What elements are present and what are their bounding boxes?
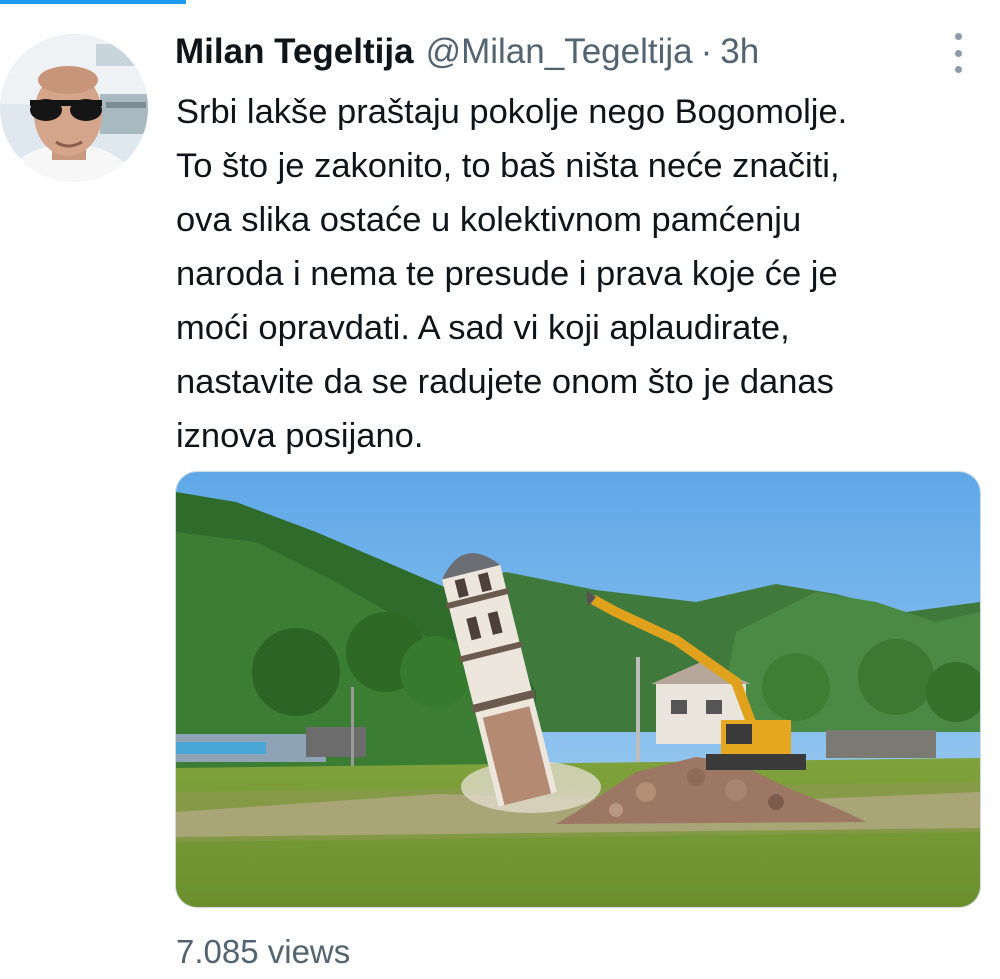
tweet-media-image[interactable] bbox=[175, 471, 981, 908]
more-dot bbox=[954, 33, 962, 40]
tweet-text-line: To što je zakonito, to baš ništa neće zn… bbox=[176, 147, 840, 185]
tweet-header: Milan Tegeltija @Milan_Tegeltija · 3h bbox=[175, 28, 759, 76]
user-handle[interactable]: @Milan_Tegeltija bbox=[426, 28, 693, 76]
tweet-text: Srbi lakše praštaju pokolje nego Bogomol… bbox=[176, 85, 976, 463]
tweet-text-line: iznova posijano. bbox=[176, 417, 424, 455]
tweet-text-line: Srbi lakše praštaju pokolje nego Bogomol… bbox=[176, 93, 848, 131]
more-dot bbox=[954, 49, 962, 57]
timestamp[interactable]: 3h bbox=[720, 28, 759, 76]
tweet-text-line: naroda i nema te presude i prava koje će… bbox=[176, 255, 838, 293]
view-count: 7.085 views bbox=[176, 933, 351, 970]
tweet-text-line: moći opravdati. A sad vi koji aplaudirat… bbox=[176, 309, 790, 347]
tweet-text-line: nastavite da se radujete onom što je dan… bbox=[176, 363, 834, 401]
top-accent-bar bbox=[0, 0, 186, 4]
avatar[interactable] bbox=[0, 34, 148, 182]
separator-dot: · bbox=[700, 32, 713, 71]
tweet-text-line: ova slika ostaće u kolektivnom pamćenju bbox=[176, 201, 802, 239]
display-name[interactable]: Milan Tegeltija bbox=[175, 28, 414, 76]
more-options-icon[interactable] bbox=[944, 33, 972, 73]
more-dot bbox=[954, 66, 962, 73]
